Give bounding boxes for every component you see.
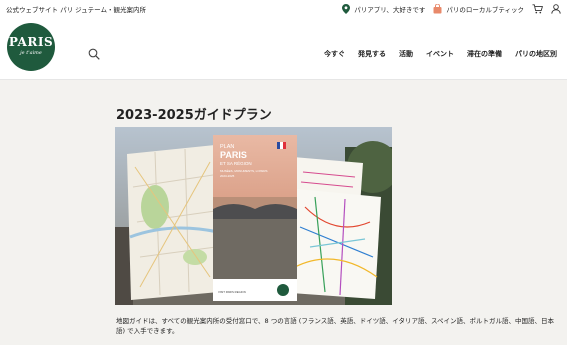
main-header: PARIS je t'aime 今すぐ 発見する 活動 イベント 滞在の準備 パ… (0, 18, 567, 80)
cart-icon[interactable] (532, 4, 543, 14)
boutique-link-label: パリのローカルブティック (446, 6, 524, 14)
brochure-years: 2023-2025 (220, 174, 235, 178)
brochure-title: PARIS (220, 150, 247, 160)
nav-item-now[interactable]: 今すぐ (324, 49, 345, 59)
map-pin-icon (342, 4, 351, 14)
nav-item-prepare-stay[interactable]: 滞在の準備 (467, 49, 502, 59)
guide-description: 地図ガイドは、すべての観光案内所の受付窓口で、8 つの言語 (フランス語、英語、… (116, 317, 554, 335)
brochure-paris-logo (277, 284, 289, 296)
brochure-footer-logo: VISIT PARIS REGION (218, 290, 246, 294)
brochure-tagline: MUSÉES, MONUMENTS, LOISIRS (220, 168, 268, 173)
top-bar-links: パリアプリ、大好きです パリのローカルブティック (342, 2, 561, 16)
guide-plan-illustration: PLAN PARIS ET SA RÉGION MUSÉES, MONUMENT… (115, 127, 392, 305)
search-icon[interactable] (88, 48, 100, 60)
logo-sub-text: je t'aime (20, 50, 42, 56)
brochure-subtitle: ET SA RÉGION (220, 160, 252, 166)
page-title: 2023-2025ガイドプラン (116, 108, 272, 123)
nav-item-districts[interactable]: パリの地区別 (515, 49, 557, 59)
main-nav: 今すぐ 発見する 活動 イベント 滞在の準備 パリの地区別 (324, 49, 557, 59)
guide-plan-photo: PLAN PARIS ET SA RÉGION MUSÉES, MONUMENT… (115, 127, 392, 305)
logo-main-text: PARIS (8, 35, 54, 49)
user-icon[interactable] (551, 4, 561, 14)
app-link-label: パリアプリ、大好きです (354, 6, 426, 14)
app-link[interactable]: パリアプリ、大好きです (342, 4, 425, 14)
nav-item-activities[interactable]: 活動 (399, 49, 413, 59)
top-bar: 公式ウェブサイト パリ ジュテーム・観光案内所 パリアプリ、大好きです パリのロ… (0, 0, 567, 18)
site-name[interactable]: 公式ウェブサイト パリ ジュテーム・観光案内所 (6, 4, 146, 14)
nav-item-discover[interactable]: 発見する (358, 49, 386, 59)
nav-item-events[interactable]: イベント (426, 49, 454, 59)
french-flag-icon (277, 142, 286, 149)
boutique-link[interactable]: パリのローカルブティック (433, 4, 524, 14)
shopping-bag-icon (433, 4, 442, 14)
paris-logo[interactable]: PARIS je t'aime (7, 23, 55, 71)
